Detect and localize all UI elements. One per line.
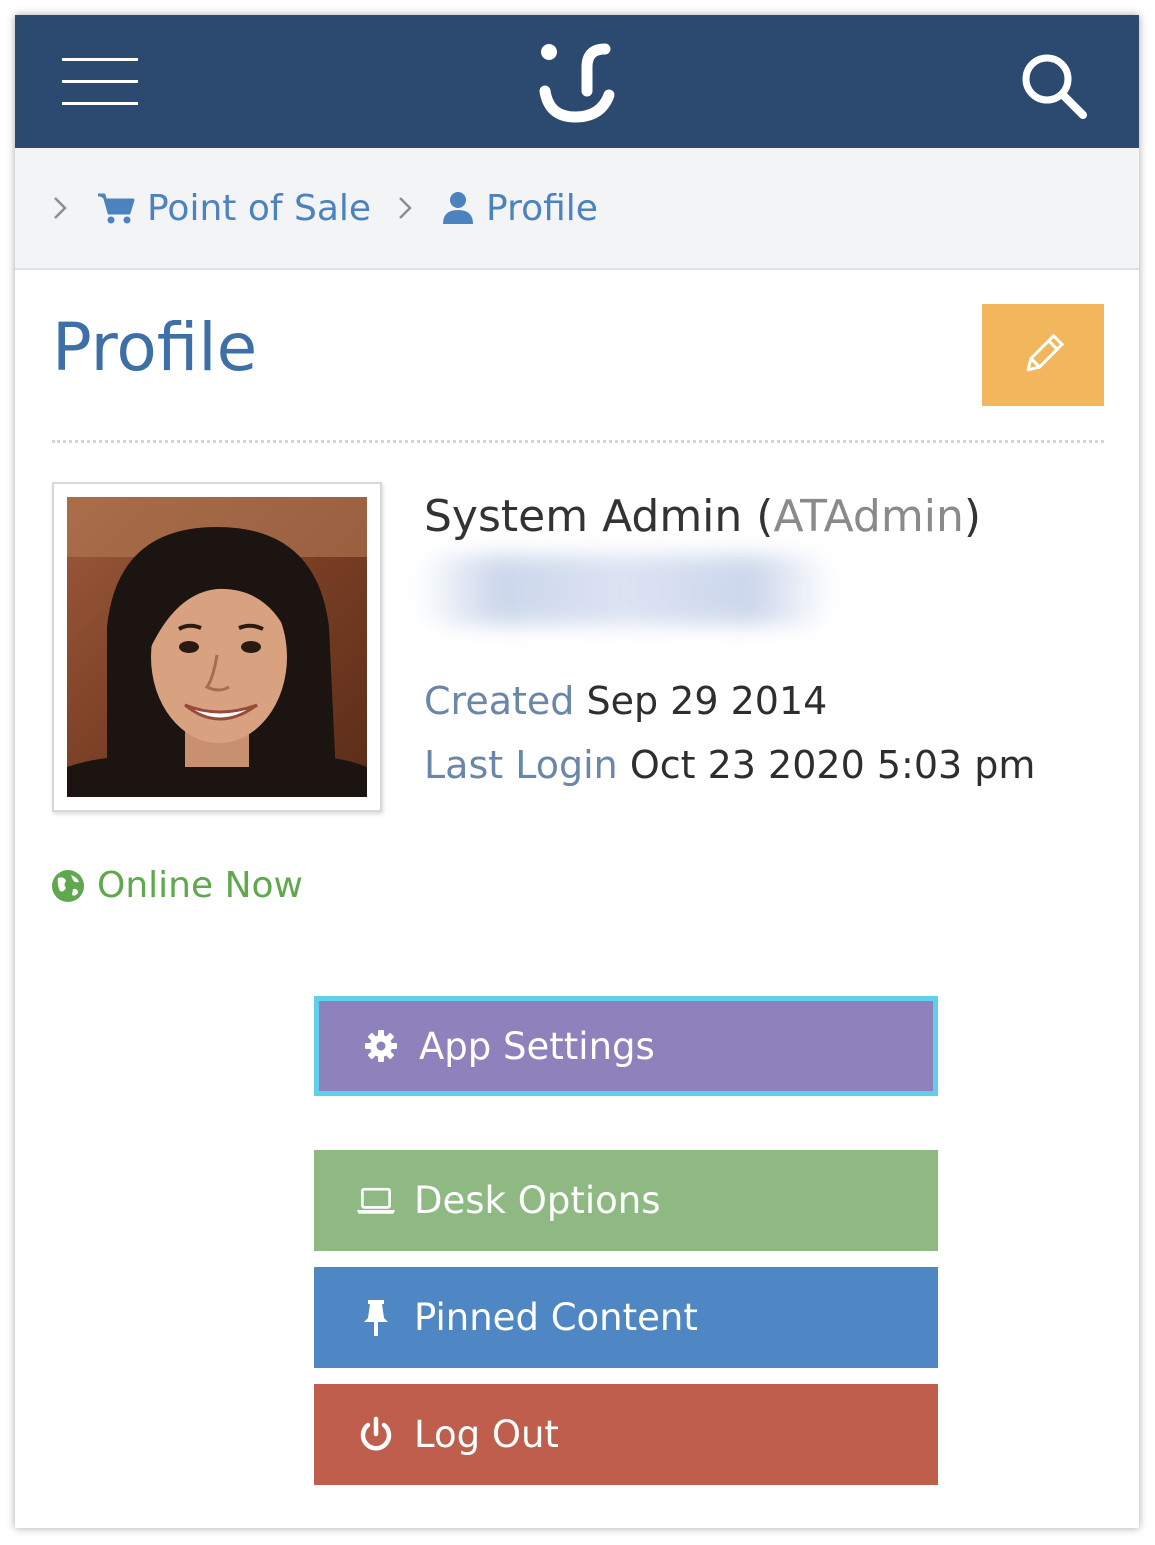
- page-title: Profile: [52, 309, 258, 386]
- display-name: System Admin: [424, 491, 743, 542]
- avatar-photo: [67, 497, 367, 797]
- pencil-icon: [1026, 333, 1065, 372]
- search-icon[interactable]: [1019, 51, 1089, 121]
- username: ATAdmin: [773, 491, 964, 542]
- button-label: Log Out: [414, 1413, 559, 1456]
- cart-icon: [98, 193, 135, 224]
- last-login-row: Last Login Oct 23 2020 5:03 pm: [424, 743, 1035, 787]
- created-row: Created Sep 29 2014: [424, 679, 827, 723]
- paren-close: ): [963, 491, 981, 542]
- divider: [52, 440, 1104, 443]
- last-login-label: Last Login: [424, 743, 618, 787]
- status-text: Online Now: [97, 865, 303, 906]
- button-label: Desk Options: [414, 1179, 661, 1222]
- globe-icon: [52, 869, 84, 902]
- breadcrumb-label: Profile: [486, 187, 598, 229]
- status-badge: Online Now: [51, 865, 303, 906]
- created-label: Created: [424, 679, 575, 723]
- breadcrumb-item-profile[interactable]: Profile: [442, 184, 598, 232]
- pin-icon: [356, 1298, 396, 1338]
- breadcrumb: Point of Sale Profile: [15, 148, 1139, 270]
- edit-profile-button[interactable]: [982, 304, 1104, 406]
- created-value: Sep 29 2014: [586, 679, 828, 723]
- user-icon: [443, 192, 473, 224]
- gear-icon: [361, 1029, 401, 1063]
- power-icon: [356, 1416, 396, 1454]
- desk-options-button[interactable]: Desk Options: [314, 1150, 938, 1251]
- button-label: App Settings: [419, 1024, 655, 1068]
- app-window: Point of Sale Profile Profile System Adm…: [15, 15, 1139, 1528]
- last-login-value: Oct 23 2020 5:03 pm: [629, 743, 1036, 787]
- breadcrumb-item-point-of-sale[interactable]: Point of Sale: [97, 184, 371, 232]
- brand-logo[interactable]: [535, 39, 619, 125]
- pinned-content-button[interactable]: Pinned Content: [314, 1267, 938, 1368]
- paren-open: (: [742, 491, 774, 542]
- avatar: [52, 482, 382, 812]
- laptop-icon: [356, 1186, 396, 1216]
- chevron-right-icon: [54, 197, 67, 219]
- app-settings-button[interactable]: App Settings: [319, 1001, 933, 1091]
- top-navbar: [15, 15, 1139, 148]
- redacted-email: [415, 555, 835, 625]
- menu-icon[interactable]: [62, 58, 138, 106]
- chevron-right-icon: [399, 197, 412, 219]
- button-label: Pinned Content: [414, 1296, 698, 1339]
- user-display-name: System Admin (ATAdmin): [424, 491, 981, 542]
- breadcrumb-label: Point of Sale: [147, 187, 372, 229]
- log-out-button[interactable]: Log Out: [314, 1384, 938, 1485]
